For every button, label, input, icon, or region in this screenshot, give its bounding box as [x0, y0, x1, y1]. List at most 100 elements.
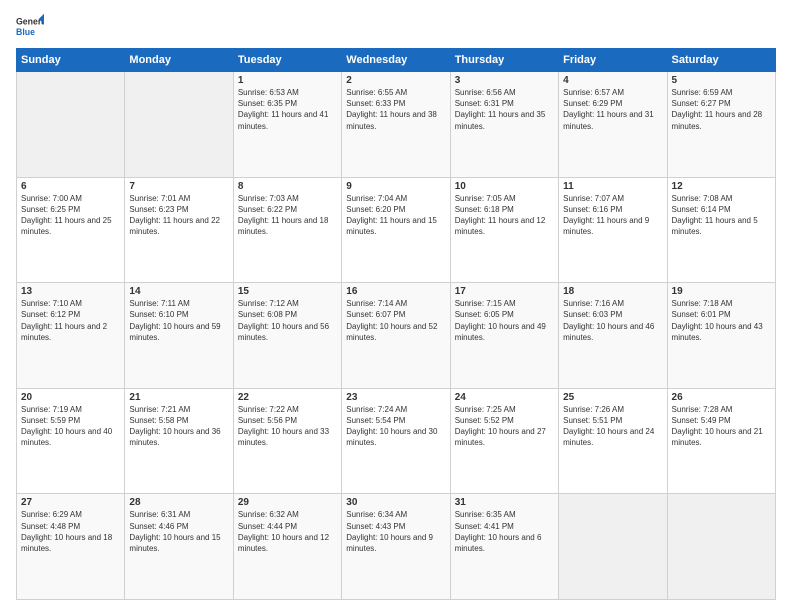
weekday-header: Tuesday [233, 49, 341, 72]
day-number: 1 [238, 75, 337, 86]
calendar-cell: 14Sunrise: 7:11 AM Sunset: 6:10 PM Dayli… [125, 283, 233, 389]
calendar-cell: 25Sunrise: 7:26 AM Sunset: 5:51 PM Dayli… [559, 388, 667, 494]
day-number: 5 [672, 75, 771, 86]
day-info: Sunrise: 7:19 AM Sunset: 5:59 PM Dayligh… [21, 404, 120, 449]
calendar-week-row: 27Sunrise: 6:29 AM Sunset: 4:48 PM Dayli… [17, 494, 776, 600]
day-number: 10 [455, 181, 554, 192]
calendar-cell: 16Sunrise: 7:14 AM Sunset: 6:07 PM Dayli… [342, 283, 450, 389]
day-info: Sunrise: 6:57 AM Sunset: 6:29 PM Dayligh… [563, 87, 662, 132]
weekday-header: Sunday [17, 49, 125, 72]
day-number: 15 [238, 286, 337, 297]
day-info: Sunrise: 6:31 AM Sunset: 4:46 PM Dayligh… [129, 509, 228, 554]
day-info: Sunrise: 7:08 AM Sunset: 6:14 PM Dayligh… [672, 193, 771, 238]
day-info: Sunrise: 6:29 AM Sunset: 4:48 PM Dayligh… [21, 509, 120, 554]
calendar-cell: 20Sunrise: 7:19 AM Sunset: 5:59 PM Dayli… [17, 388, 125, 494]
day-info: Sunrise: 7:03 AM Sunset: 6:22 PM Dayligh… [238, 193, 337, 238]
weekday-header: Friday [559, 49, 667, 72]
day-number: 3 [455, 75, 554, 86]
day-info: Sunrise: 7:11 AM Sunset: 6:10 PM Dayligh… [129, 298, 228, 343]
calendar-cell: 31Sunrise: 6:35 AM Sunset: 4:41 PM Dayli… [450, 494, 558, 600]
day-number: 8 [238, 181, 337, 192]
calendar-cell: 24Sunrise: 7:25 AM Sunset: 5:52 PM Dayli… [450, 388, 558, 494]
day-info: Sunrise: 6:53 AM Sunset: 6:35 PM Dayligh… [238, 87, 337, 132]
day-info: Sunrise: 6:34 AM Sunset: 4:43 PM Dayligh… [346, 509, 445, 554]
calendar-cell: 7Sunrise: 7:01 AM Sunset: 6:23 PM Daylig… [125, 177, 233, 283]
day-number: 14 [129, 286, 228, 297]
day-info: Sunrise: 7:28 AM Sunset: 5:49 PM Dayligh… [672, 404, 771, 449]
svg-text:Blue: Blue [16, 27, 35, 37]
calendar-cell: 26Sunrise: 7:28 AM Sunset: 5:49 PM Dayli… [667, 388, 775, 494]
day-info: Sunrise: 6:35 AM Sunset: 4:41 PM Dayligh… [455, 509, 554, 554]
day-info: Sunrise: 7:14 AM Sunset: 6:07 PM Dayligh… [346, 298, 445, 343]
day-number: 28 [129, 497, 228, 508]
day-number: 31 [455, 497, 554, 508]
calendar-cell: 17Sunrise: 7:15 AM Sunset: 6:05 PM Dayli… [450, 283, 558, 389]
calendar-cell: 27Sunrise: 6:29 AM Sunset: 4:48 PM Dayli… [17, 494, 125, 600]
day-info: Sunrise: 7:05 AM Sunset: 6:18 PM Dayligh… [455, 193, 554, 238]
calendar-header-row: SundayMondayTuesdayWednesdayThursdayFrid… [17, 49, 776, 72]
weekday-header: Saturday [667, 49, 775, 72]
day-number: 4 [563, 75, 662, 86]
calendar-cell: 3Sunrise: 6:56 AM Sunset: 6:31 PM Daylig… [450, 72, 558, 178]
calendar-cell: 8Sunrise: 7:03 AM Sunset: 6:22 PM Daylig… [233, 177, 341, 283]
calendar-cell [17, 72, 125, 178]
day-info: Sunrise: 6:59 AM Sunset: 6:27 PM Dayligh… [672, 87, 771, 132]
calendar-cell: 1Sunrise: 6:53 AM Sunset: 6:35 PM Daylig… [233, 72, 341, 178]
day-info: Sunrise: 7:26 AM Sunset: 5:51 PM Dayligh… [563, 404, 662, 449]
day-number: 6 [21, 181, 120, 192]
day-number: 11 [563, 181, 662, 192]
calendar-cell: 12Sunrise: 7:08 AM Sunset: 6:14 PM Dayli… [667, 177, 775, 283]
day-info: Sunrise: 6:55 AM Sunset: 6:33 PM Dayligh… [346, 87, 445, 132]
calendar-cell: 5Sunrise: 6:59 AM Sunset: 6:27 PM Daylig… [667, 72, 775, 178]
day-number: 29 [238, 497, 337, 508]
day-number: 16 [346, 286, 445, 297]
day-number: 22 [238, 392, 337, 403]
calendar-cell: 30Sunrise: 6:34 AM Sunset: 4:43 PM Dayli… [342, 494, 450, 600]
day-info: Sunrise: 7:00 AM Sunset: 6:25 PM Dayligh… [21, 193, 120, 238]
calendar-cell: 21Sunrise: 7:21 AM Sunset: 5:58 PM Dayli… [125, 388, 233, 494]
logo-icon: General Blue [16, 12, 44, 40]
calendar-cell: 29Sunrise: 6:32 AM Sunset: 4:44 PM Dayli… [233, 494, 341, 600]
weekday-header: Monday [125, 49, 233, 72]
calendar-cell: 4Sunrise: 6:57 AM Sunset: 6:29 PM Daylig… [559, 72, 667, 178]
calendar-cell: 28Sunrise: 6:31 AM Sunset: 4:46 PM Dayli… [125, 494, 233, 600]
day-info: Sunrise: 7:24 AM Sunset: 5:54 PM Dayligh… [346, 404, 445, 449]
day-info: Sunrise: 7:04 AM Sunset: 6:20 PM Dayligh… [346, 193, 445, 238]
day-info: Sunrise: 7:12 AM Sunset: 6:08 PM Dayligh… [238, 298, 337, 343]
day-info: Sunrise: 7:25 AM Sunset: 5:52 PM Dayligh… [455, 404, 554, 449]
calendar-cell: 11Sunrise: 7:07 AM Sunset: 6:16 PM Dayli… [559, 177, 667, 283]
calendar-week-row: 6Sunrise: 7:00 AM Sunset: 6:25 PM Daylig… [17, 177, 776, 283]
calendar-cell: 10Sunrise: 7:05 AM Sunset: 6:18 PM Dayli… [450, 177, 558, 283]
day-number: 21 [129, 392, 228, 403]
day-info: Sunrise: 7:22 AM Sunset: 5:56 PM Dayligh… [238, 404, 337, 449]
calendar-week-row: 20Sunrise: 7:19 AM Sunset: 5:59 PM Dayli… [17, 388, 776, 494]
day-info: Sunrise: 7:16 AM Sunset: 6:03 PM Dayligh… [563, 298, 662, 343]
calendar-cell: 19Sunrise: 7:18 AM Sunset: 6:01 PM Dayli… [667, 283, 775, 389]
day-number: 19 [672, 286, 771, 297]
calendar-cell: 2Sunrise: 6:55 AM Sunset: 6:33 PM Daylig… [342, 72, 450, 178]
day-number: 20 [21, 392, 120, 403]
calendar-week-row: 1Sunrise: 6:53 AM Sunset: 6:35 PM Daylig… [17, 72, 776, 178]
calendar-cell: 9Sunrise: 7:04 AM Sunset: 6:20 PM Daylig… [342, 177, 450, 283]
day-number: 26 [672, 392, 771, 403]
day-number: 18 [563, 286, 662, 297]
calendar-cell [125, 72, 233, 178]
day-number: 23 [346, 392, 445, 403]
weekday-header: Wednesday [342, 49, 450, 72]
calendar-cell: 22Sunrise: 7:22 AM Sunset: 5:56 PM Dayli… [233, 388, 341, 494]
calendar-cell: 13Sunrise: 7:10 AM Sunset: 6:12 PM Dayli… [17, 283, 125, 389]
calendar-cell: 15Sunrise: 7:12 AM Sunset: 6:08 PM Dayli… [233, 283, 341, 389]
day-info: Sunrise: 7:01 AM Sunset: 6:23 PM Dayligh… [129, 193, 228, 238]
weekday-header: Thursday [450, 49, 558, 72]
day-number: 30 [346, 497, 445, 508]
calendar-cell [559, 494, 667, 600]
day-number: 17 [455, 286, 554, 297]
day-number: 7 [129, 181, 228, 192]
calendar-table: SundayMondayTuesdayWednesdayThursdayFrid… [16, 48, 776, 600]
day-number: 2 [346, 75, 445, 86]
page-header: General Blue [16, 12, 776, 40]
day-info: Sunrise: 7:21 AM Sunset: 5:58 PM Dayligh… [129, 404, 228, 449]
day-info: Sunrise: 7:18 AM Sunset: 6:01 PM Dayligh… [672, 298, 771, 343]
calendar-cell [667, 494, 775, 600]
day-info: Sunrise: 6:56 AM Sunset: 6:31 PM Dayligh… [455, 87, 554, 132]
